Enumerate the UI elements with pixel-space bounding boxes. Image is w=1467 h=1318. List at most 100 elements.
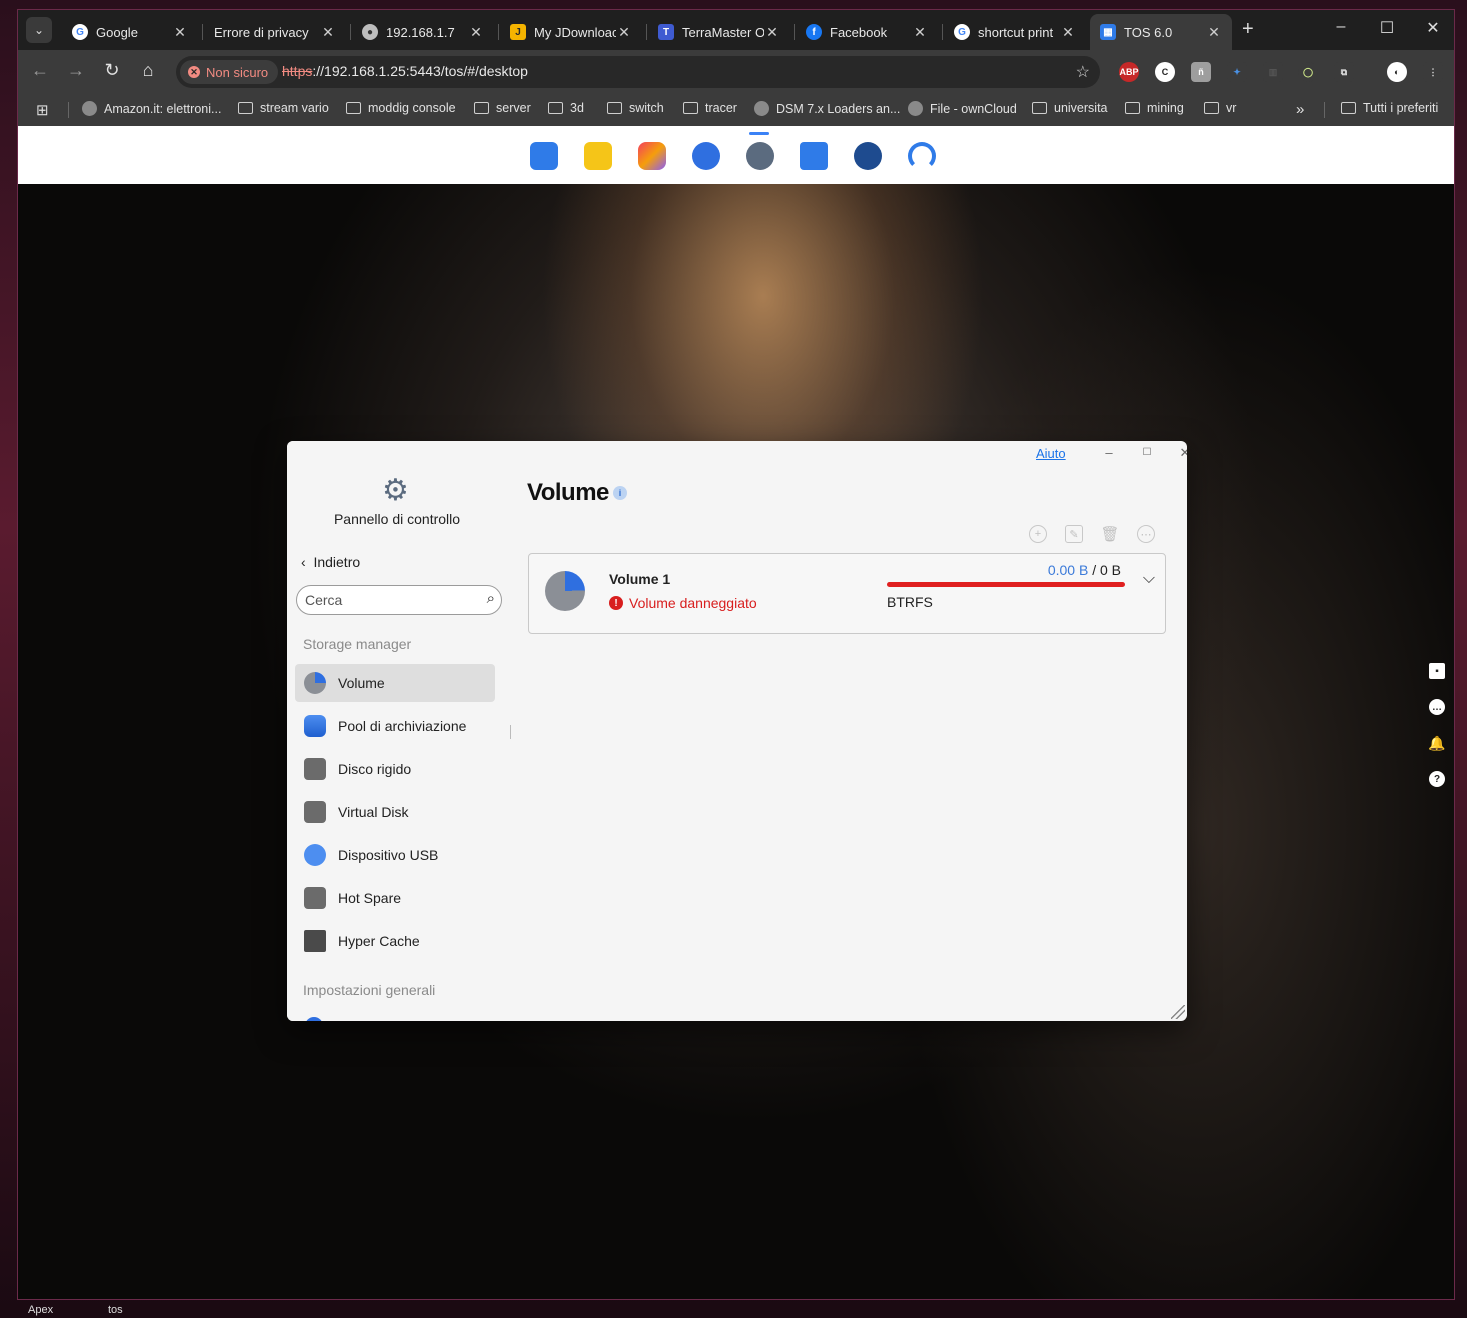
kebab-menu-icon[interactable]: ⋮ bbox=[1423, 62, 1443, 82]
address-bar[interactable]: ✕ Non sicuro https://192.168.1.25:5443/t… bbox=[176, 56, 1100, 88]
window-close-button[interactable]: ✕ bbox=[1175, 445, 1187, 461]
docker-icon[interactable] bbox=[854, 142, 882, 170]
close-icon[interactable]: ✕ bbox=[764, 24, 780, 41]
sidebar-item-hard-disk[interactable]: Disco rigido bbox=[295, 750, 495, 788]
folder-icon bbox=[548, 102, 563, 114]
profile-avatar-icon[interactable]: ◐ bbox=[1387, 62, 1407, 82]
all-bookmarks-folder[interactable]: Tutti i preferiti bbox=[1341, 101, 1438, 115]
forward-arrow-icon[interactable]: → bbox=[64, 60, 88, 81]
sidebar-item-label: Virtual Disk bbox=[338, 804, 409, 820]
maximize-button[interactable]: ☐ bbox=[1372, 18, 1402, 38]
close-icon[interactable]: ✕ bbox=[1060, 24, 1076, 41]
support-headset-icon[interactable] bbox=[908, 142, 936, 170]
bookmark-stream-vario[interactable]: stream vario bbox=[238, 101, 329, 115]
tab-search-button[interactable]: ⌄ bbox=[26, 17, 52, 43]
extension-grey-icon[interactable]: ▥ bbox=[1263, 62, 1283, 82]
more-bookmarks-label: » bbox=[1296, 101, 1305, 118]
close-icon[interactable]: ✕ bbox=[616, 24, 632, 41]
control-panel-gear-icon[interactable] bbox=[746, 142, 774, 170]
window-maximize-button[interactable]: ☐ bbox=[1137, 447, 1157, 458]
info-icon[interactable]: i bbox=[613, 486, 627, 500]
bookmark-dsm-loaders[interactable]: DSM 7.x Loaders an... bbox=[754, 101, 900, 116]
help-question-icon[interactable]: ? bbox=[1429, 771, 1445, 787]
general-settings-item-icon[interactable] bbox=[305, 1017, 323, 1021]
volume-name: Volume 1 bbox=[609, 571, 671, 587]
tab-terramaster[interactable]: T TerraMaster O ✕ bbox=[648, 14, 790, 50]
close-icon[interactable]: ✕ bbox=[172, 24, 188, 41]
url-text[interactable]: https://192.168.1.25:5443/tos/#/desktop bbox=[282, 63, 528, 79]
security-chip[interactable]: ✕ Non sicuro bbox=[180, 60, 279, 84]
bookmark-server[interactable]: server bbox=[474, 101, 531, 115]
search-field[interactable]: ⌕ bbox=[296, 585, 502, 615]
chevron-down-icon[interactable]: ⌵ bbox=[1143, 570, 1155, 588]
close-icon[interactable]: ✕ bbox=[320, 24, 336, 41]
backup-clock-icon[interactable] bbox=[692, 142, 720, 170]
reload-icon[interactable]: ↻ bbox=[100, 60, 124, 81]
bookmark-3d[interactable]: 3d bbox=[548, 101, 584, 115]
close-icon[interactable]: ✕ bbox=[1206, 24, 1222, 41]
volume-total: 0 B bbox=[1099, 562, 1121, 578]
tos-app-grid-icon[interactable] bbox=[530, 142, 558, 170]
bookmark-vr[interactable]: vr bbox=[1204, 101, 1236, 115]
sidebar-item-hot-spare[interactable]: Hot Spare bbox=[295, 879, 495, 917]
volume-card[interactable]: Volume 1 ! Volume danneggiato 0.00 B / 0… bbox=[528, 553, 1166, 634]
chat-bubble-icon[interactable]: … bbox=[1429, 699, 1445, 715]
new-tab-button[interactable]: + bbox=[1242, 18, 1254, 41]
taskbar-item[interactable]: tos bbox=[108, 1304, 123, 1316]
search-input[interactable] bbox=[305, 592, 475, 608]
bookmark-amazon[interactable]: Amazon.it: elettroni... bbox=[82, 101, 221, 116]
bookmark-mining[interactable]: mining bbox=[1125, 101, 1184, 115]
bookmark-tracer[interactable]: tracer bbox=[683, 101, 737, 115]
window-minimize-button[interactable]: – bbox=[1099, 445, 1119, 460]
add-volume-icon[interactable]: + bbox=[1029, 525, 1047, 543]
delete-trash-icon[interactable]: 🗑 bbox=[1100, 525, 1119, 543]
resource-monitor-icon[interactable]: ▪ bbox=[1429, 663, 1445, 679]
sidebar-item-label: Dispositivo USB bbox=[338, 847, 439, 863]
adblock-extension-icon[interactable]: ABP bbox=[1119, 62, 1139, 82]
app-store-bag-icon[interactable] bbox=[800, 142, 828, 170]
minimize-button[interactable]: – bbox=[1326, 18, 1356, 36]
bookmark-label: server bbox=[496, 101, 531, 115]
close-icon[interactable]: ✕ bbox=[912, 24, 928, 41]
close-window-button[interactable]: ✕ bbox=[1418, 18, 1448, 38]
bookmark-switch[interactable]: switch bbox=[607, 101, 664, 115]
extension-ring-icon[interactable]: ◯ bbox=[1298, 62, 1318, 82]
extension-c-icon[interactable]: C bbox=[1155, 62, 1175, 82]
extension-puzzle-blue-icon[interactable]: ✦ bbox=[1227, 62, 1247, 82]
sidebar-item-virtual-disk[interactable]: Virtual Disk bbox=[295, 793, 495, 831]
bookmark-moddig-console[interactable]: moddig console bbox=[346, 101, 456, 115]
back-button[interactable]: ‹ Indietro bbox=[301, 554, 360, 570]
tab-shortcut-print[interactable]: G shortcut print ✕ bbox=[944, 14, 1086, 50]
search-icon[interactable]: ⌕ bbox=[487, 590, 495, 607]
sidebar-item-usb-device[interactable]: Dispositivo USB bbox=[295, 836, 495, 874]
hot-spare-icon bbox=[304, 887, 326, 909]
edit-volume-icon[interactable]: ✎ bbox=[1065, 525, 1083, 543]
more-options-icon[interactable]: ⋯ bbox=[1137, 525, 1155, 543]
tab-jdownloader[interactable]: J My JDownloac ✕ bbox=[500, 14, 642, 50]
more-bookmarks-chevron-icon[interactable]: » bbox=[1296, 101, 1304, 118]
tab-privacy-error[interactable]: Errore di privacy ✕ bbox=[204, 14, 346, 50]
sidebar-item-storage-pool[interactable]: Pool di archiviazione bbox=[295, 707, 495, 745]
tab-192-168-1-7[interactable]: ● 192.168.1.7 ✕ bbox=[352, 14, 494, 50]
sidebar-item-volume[interactable]: Volume bbox=[295, 664, 495, 702]
close-icon[interactable]: ✕ bbox=[468, 24, 484, 41]
apps-grid-icon[interactable]: ⊞ bbox=[36, 101, 49, 119]
notifications-bell-icon[interactable]: 🔔 bbox=[1428, 735, 1445, 751]
tab-tos[interactable]: ▦ TOS 6.0 ✕ bbox=[1090, 14, 1232, 50]
app-center-icon[interactable] bbox=[638, 142, 666, 170]
sidebar-item-hyper-cache[interactable]: Hyper Cache bbox=[295, 922, 495, 960]
home-icon[interactable]: ⌂ bbox=[136, 60, 160, 81]
help-link[interactable]: Aiuto bbox=[1036, 446, 1066, 461]
file-manager-icon[interactable] bbox=[584, 142, 612, 170]
extension-n-icon[interactable]: ñ bbox=[1191, 62, 1211, 82]
back-arrow-icon[interactable]: ← bbox=[28, 60, 52, 81]
bookmark-star-icon[interactable]: ☆ bbox=[1076, 62, 1090, 82]
window-resize-grip-icon[interactable] bbox=[1171, 1005, 1185, 1019]
tab-facebook[interactable]: f Facebook ✕ bbox=[796, 14, 938, 50]
tab-google[interactable]: G Google ✕ bbox=[62, 14, 198, 50]
extensions-puzzle-icon[interactable]: ⧉ bbox=[1334, 62, 1354, 82]
bookmark-owncloud[interactable]: File - ownCloud bbox=[908, 101, 1017, 116]
bookmark-universita[interactable]: universita bbox=[1032, 101, 1108, 115]
taskbar-item[interactable]: Apex bbox=[28, 1304, 53, 1316]
tab-divider bbox=[942, 24, 943, 40]
